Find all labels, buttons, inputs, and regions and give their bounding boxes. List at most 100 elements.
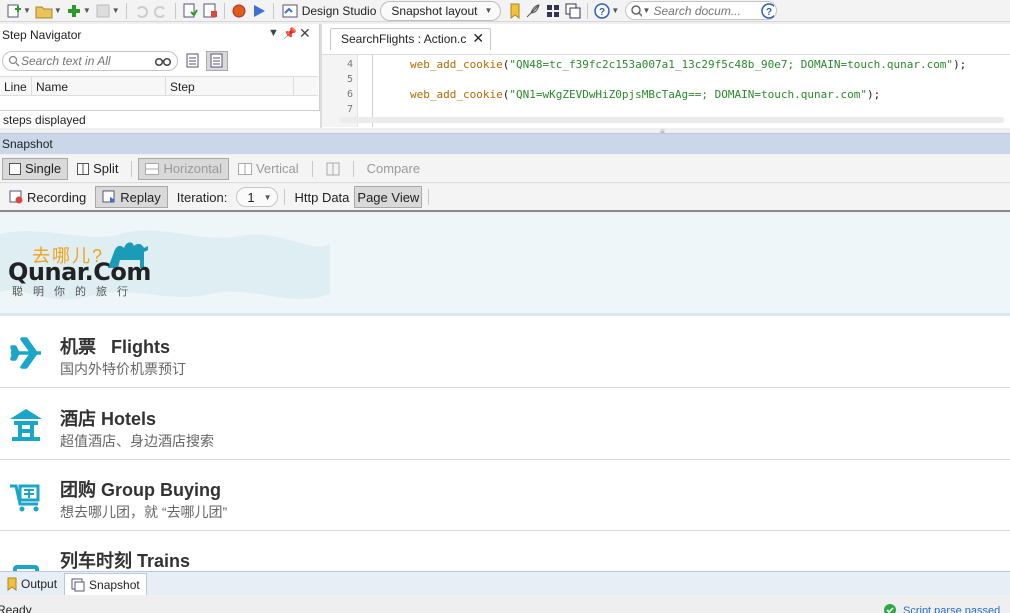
menu-subtitle: 超值酒店、身边酒店搜索 — [60, 433, 214, 449]
toolbar-divider — [174, 2, 176, 19]
redo-icon — [153, 5, 165, 18]
toolbar-divider — [284, 189, 286, 205]
menu-item-trains[interactable]: 列车时刻 Trains — [0, 531, 1010, 571]
step-view-tree-button[interactable] — [206, 51, 228, 71]
function-name: web_add_cookie — [410, 58, 503, 71]
menu-item-group-buying[interactable]: 团购 Group Buying 想去哪儿团，就 “去哪儿团” — [0, 460, 1010, 531]
new-script-icon — [7, 4, 21, 17]
feather-icon — [527, 3, 541, 17]
chevron-down-icon[interactable]: ▼ — [54, 6, 62, 15]
single-pane-icon — [9, 162, 21, 175]
snapshot-layout-label: Snapshot layout — [391, 3, 478, 18]
help-button[interactable]: ? ▼ — [592, 1, 621, 21]
help-icon: ? — [594, 2, 611, 19]
toolbar-divider — [125, 2, 127, 19]
single-view-button[interactable]: Single — [2, 157, 69, 180]
chevron-down-icon[interactable]: ▼ — [23, 6, 31, 15]
train-icon — [13, 565, 39, 571]
doc-search-input[interactable] — [653, 3, 762, 18]
cart-icon — [10, 484, 40, 512]
pin-icon[interactable]: 📌 — [283, 27, 297, 40]
chevron-down-icon[interactable]: ▼ — [611, 6, 619, 15]
horizontal-view-button[interactable]: Horizontal — [138, 157, 229, 180]
toolbar-divider — [311, 160, 313, 177]
menu-title: 酒店 Hotels — [60, 409, 157, 429]
play-icon — [253, 4, 265, 17]
sync-icon — [326, 162, 340, 175]
tab-output[interactable]: Output — [0, 573, 64, 595]
new-script-button[interactable]: ▼ — [4, 1, 33, 21]
toolbar-divider — [272, 2, 274, 19]
http-data-label: Http Data — [294, 189, 350, 205]
save-button[interactable]: ▼ — [93, 1, 122, 21]
horizontal-scrollbar[interactable] — [340, 117, 1004, 123]
feather-button[interactable] — [523, 1, 543, 21]
page-view-button[interactable]: Page View — [354, 186, 423, 208]
run-button[interactable] — [249, 1, 269, 21]
redo-button[interactable] — [151, 1, 171, 21]
windows-button[interactable] — [563, 1, 583, 21]
step-search-input[interactable] — [21, 54, 151, 68]
record-button[interactable] — [229, 1, 249, 21]
snapshot-icon — [71, 578, 85, 591]
step-view-list-button[interactable] — [184, 52, 202, 73]
grid-button[interactable] — [543, 1, 563, 21]
iteration-label: Iteration: — [176, 189, 228, 205]
iteration-group: Iteration: — [170, 186, 235, 208]
bottom-panel-tabs: Output Snapshot — [0, 571, 1010, 595]
menu-item-flights[interactable]: 机票 Flights 国内外特价机票预订 — [0, 317, 1010, 388]
tab-snapshot-label: Snapshot — [89, 577, 140, 592]
editor-tab-action[interactable]: SearchFlights : Action.c ✕ — [330, 28, 492, 50]
binoculars-icon[interactable] — [155, 55, 171, 67]
chevron-down-icon[interactable]: ▼ — [83, 6, 91, 15]
chevron-down-icon[interactable]: ▼ — [112, 6, 120, 15]
panel-splitter[interactable] — [320, 24, 322, 128]
column-header-line[interactable]: Line — [0, 77, 32, 95]
iteration-dropdown[interactable]: 1 ▼ — [236, 187, 279, 207]
hotel-icon — [10, 409, 42, 441]
plus-icon — [67, 4, 80, 17]
open-button[interactable]: ▼ — [33, 1, 64, 21]
step-navigator-title: Step Navigator — [2, 28, 82, 42]
menu-subtitle: 国内外特价机票预订 — [60, 361, 186, 377]
menu-item-hotels[interactable]: 酒店 Hotels 超值酒店、身边酒店搜索 — [0, 389, 1010, 460]
column-header-name[interactable]: Name — [32, 77, 166, 95]
code-area[interactable]: 4 5 6 7 web_add_cookie("QN48=tc_f39fc2c1… — [322, 54, 1010, 127]
design-studio-button[interactable]: Design Studio — [278, 1, 381, 21]
code-line: web_add_cookie("QN1=wKgZEVDwHiZ0pjsMBcTa… — [410, 88, 881, 101]
page-view-label: Page View — [357, 189, 420, 205]
bookmark-button[interactable] — [507, 1, 523, 21]
close-icon[interactable]: ✕ — [299, 25, 311, 42]
split-view-button[interactable]: Split — [70, 158, 125, 180]
column-header-step[interactable]: Step — [166, 77, 294, 95]
panel-menu-icon[interactable]: ▼ — [268, 27, 279, 39]
step-table-header: Line Name Step — [0, 76, 318, 96]
chevron-down-icon[interactable]: ▼ — [643, 6, 651, 15]
vertical-split-icon — [237, 162, 252, 175]
snapshot-layout-dropdown[interactable]: Snapshot layout ▼ — [380, 0, 502, 21]
replay-button[interactable]: Replay — [95, 186, 168, 208]
validate-button[interactable] — [200, 1, 220, 21]
help-icon[interactable]: ? — [761, 2, 775, 19]
doc-search-box: ▼ ? — [625, 1, 778, 20]
chevron-down-icon: ▼ — [484, 6, 493, 15]
compare-button[interactable]: Compare — [360, 158, 427, 180]
compile-button[interactable] — [180, 1, 200, 21]
horizontal-view-label: Horizontal — [163, 161, 222, 176]
sync-button[interactable] — [319, 158, 347, 180]
folder-icon — [35, 6, 53, 18]
iteration-value: 1 — [247, 189, 255, 205]
parse-status-link[interactable]: Script parse passed — [903, 605, 1000, 613]
recording-button[interactable]: Recording — [2, 186, 93, 208]
undo-button[interactable] — [131, 1, 151, 21]
save-icon — [96, 4, 110, 17]
code-line: web_add_cookie("QN48=tc_f39fc2c153a007a1… — [410, 58, 967, 71]
code-editor: SearchFlights : Action.c ✕ 4 5 6 7 web_a… — [322, 24, 1010, 128]
design-studio-icon — [282, 4, 298, 17]
http-data-button[interactable]: Http Data — [291, 186, 352, 208]
toolbar-divider — [587, 2, 589, 19]
vertical-view-button[interactable]: Vertical — [231, 158, 306, 180]
add-button[interactable]: ▼ — [64, 1, 93, 21]
close-icon[interactable]: ✕ — [472, 31, 484, 45]
tab-snapshot[interactable]: Snapshot — [64, 573, 147, 595]
